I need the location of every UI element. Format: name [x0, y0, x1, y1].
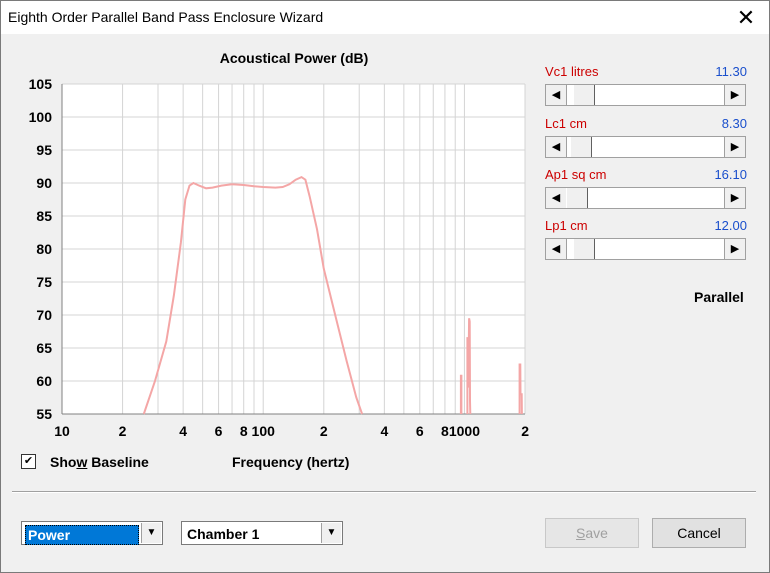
slider-ap1[interactable]: ◀ ▶ — [545, 187, 746, 209]
x-tick-label: 4 — [179, 423, 187, 439]
y-tick-label: 75 — [36, 274, 52, 290]
dialog-window: Eighth Order Parallel Band Pass Enclosur… — [0, 0, 770, 573]
chevron-down-icon[interactable]: ▼ — [321, 523, 341, 543]
save-button[interactable]: Save — [545, 518, 639, 548]
series-line — [459, 374, 463, 414]
y-tick-label: 100 — [29, 109, 53, 125]
x-tick-label: 2 — [119, 423, 127, 439]
param-value-lp1: 12.00 — [714, 218, 747, 233]
enclosure-mode-label: Parallel — [694, 289, 744, 305]
param-value-ap1: 16.10 — [714, 167, 747, 182]
slider-vc1[interactable]: ◀ ▶ — [545, 84, 746, 106]
x-tick-label: 8 — [240, 423, 248, 439]
slider-lp1[interactable]: ◀ ▶ — [545, 238, 746, 260]
x-tick-label: 100 — [252, 423, 276, 439]
y-tick-label: 55 — [36, 406, 52, 422]
param-value-lc1: 8.30 — [721, 116, 747, 131]
close-icon[interactable]: ✕ — [723, 1, 769, 34]
slider-thumb[interactable] — [573, 85, 595, 105]
slider-thumb[interactable] — [566, 188, 588, 208]
y-tick-label: 80 — [36, 241, 52, 257]
x-tick-label: 6 — [215, 423, 223, 439]
x-tick-label: 2 — [320, 423, 328, 439]
param-value-vc1: 11.30 — [715, 64, 747, 79]
scroll-right-icon[interactable]: ▶ — [724, 239, 745, 259]
param-label-lc1: Lc1 cm — [545, 116, 587, 131]
x-tick-label: 8 — [441, 423, 449, 439]
scroll-left-icon[interactable]: ◀ — [546, 239, 567, 259]
x-tick-label: 10 — [54, 423, 70, 439]
scroll-right-icon[interactable]: ▶ — [724, 188, 745, 208]
param-label-vc1: Vc1 litres — [545, 64, 599, 79]
x-axis-title: Frequency (hertz) — [232, 454, 350, 470]
slider-lc1[interactable]: ◀ ▶ — [545, 136, 746, 158]
slider-thumb[interactable] — [570, 137, 592, 157]
scroll-left-icon[interactable]: ◀ — [546, 137, 567, 157]
y-tick-label: 60 — [36, 373, 52, 389]
y-tick-label: 95 — [36, 142, 52, 158]
cancel-button[interactable]: Cancel — [652, 518, 746, 548]
scroll-left-icon[interactable]: ◀ — [546, 85, 567, 105]
divider — [12, 491, 756, 493]
scroll-right-icon[interactable]: ▶ — [724, 85, 745, 105]
power-chart: 10510095908580757065605510 2 4 6 8 100 2 4 6 8 100… — [29, 76, 530, 439]
slider-thumb[interactable] — [573, 239, 595, 259]
y-tick-label: 105 — [29, 76, 53, 92]
x-tick-label: 6 — [416, 423, 424, 439]
param-label-ap1: Ap1 sq cm — [545, 167, 607, 182]
chamber-select-value: Chamber 1 — [187, 526, 260, 542]
mode-select[interactable]: Power ▼ — [21, 521, 163, 545]
y-tick-label: 70 — [36, 307, 52, 323]
chevron-down-icon[interactable]: ▼ — [141, 523, 161, 543]
chamber-select[interactable]: Chamber 1 ▼ — [181, 521, 343, 545]
scroll-left-icon[interactable]: ◀ — [546, 188, 567, 208]
show-baseline-label[interactable]: Show Baseline — [50, 454, 149, 470]
x-tick-label: 2 — [521, 423, 529, 439]
param-label-lp1: Lp1 cm — [545, 218, 588, 233]
mode-select-value: Power — [25, 525, 139, 545]
y-tick-label: 85 — [36, 208, 52, 224]
scroll-right-icon[interactable]: ▶ — [724, 137, 745, 157]
show-baseline-checkbox[interactable]: ✔ — [21, 454, 36, 469]
y-tick-label: 90 — [36, 175, 52, 191]
x-tick-label: 4 — [380, 423, 388, 439]
x-tick-label: 1000 — [449, 423, 480, 439]
y-tick-label: 65 — [36, 340, 52, 356]
